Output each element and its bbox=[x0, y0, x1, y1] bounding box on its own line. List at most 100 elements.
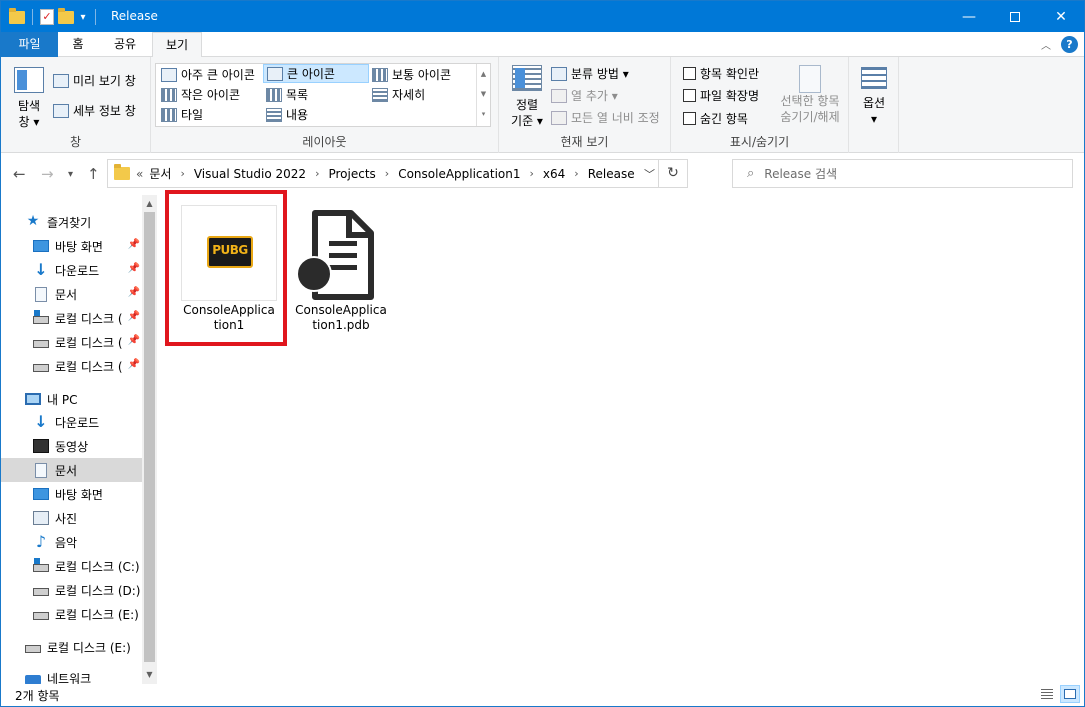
breadcrumb-separator-icon[interactable]: › bbox=[315, 167, 319, 180]
navigation-pane-scrollbar[interactable]: ▲ ▼ bbox=[142, 195, 157, 684]
drive-icon bbox=[33, 558, 49, 572]
scroll-up-icon[interactable]: ▲ bbox=[142, 199, 157, 208]
nav-item-local-disk-d[interactable]: 로컬 디스크 (D:) bbox=[1, 578, 142, 602]
add-columns-button[interactable]: 열 추가 ▾ bbox=[551, 87, 618, 104]
navigation-pane-button[interactable]: 탐색 창 ▾ bbox=[9, 67, 49, 130]
nav-item-downloads-pinned[interactable]: ↓ 다운로드 📌 bbox=[1, 258, 142, 282]
tab-file[interactable]: 파일 bbox=[1, 32, 58, 57]
details-pane-button[interactable]: 세부 정보 창 bbox=[53, 102, 136, 119]
details-pane-icon bbox=[53, 103, 69, 118]
hidden-items-toggle[interactable]: 숨긴 항목 bbox=[683, 110, 748, 127]
help-icon[interactable]: ? bbox=[1061, 36, 1078, 53]
layout-extra-large-icons[interactable]: 아주 큰 아이콘 bbox=[158, 65, 258, 84]
layout-gallery-scroll[interactable]: ▲ ▼ ▾ bbox=[476, 64, 490, 126]
search-box[interactable]: ⌕ Release 검색 bbox=[732, 159, 1073, 188]
refresh-icon[interactable]: ↻ bbox=[658, 160, 687, 187]
nav-item-desktop-pinned[interactable]: 바탕 화면 📌 bbox=[1, 234, 142, 258]
nav-item-downloads[interactable]: ↓ 다운로드 bbox=[1, 410, 142, 434]
breadcrumb-projects[interactable]: Projects bbox=[328, 167, 375, 181]
nav-item-local-disk-e[interactable]: 로컬 디스크 (E:) bbox=[1, 602, 142, 626]
minimize-button[interactable]: — bbox=[946, 1, 992, 32]
maximize-button[interactable] bbox=[992, 1, 1038, 32]
nav-item-label: 로컬 디스크 (E:) bbox=[47, 640, 131, 655]
nav-item-documents-pinned[interactable]: 문서 📌 bbox=[1, 282, 142, 306]
close-button[interactable]: ✕ bbox=[1038, 1, 1084, 32]
nav-item-videos[interactable]: 동영상 bbox=[1, 434, 142, 458]
breadcrumb-x64[interactable]: x64 bbox=[543, 167, 565, 181]
ribbon-tabs: 파일 홈 공유 보기 ︿ ? bbox=[1, 32, 1084, 58]
item-checkboxes-toggle[interactable]: 항목 확인란 bbox=[683, 65, 759, 82]
recent-locations-dropdown-icon[interactable]: ▾ bbox=[68, 169, 73, 180]
pin-icon[interactable]: 📌 bbox=[128, 263, 140, 274]
hidden-items-checkbox[interactable] bbox=[683, 112, 696, 125]
layout-list[interactable]: 목록 bbox=[263, 85, 311, 104]
file-item-exe[interactable]: PUBG ConsoleApplication1 bbox=[157, 190, 301, 351]
collapse-ribbon-icon[interactable]: ︿ bbox=[1041, 37, 1051, 52]
music-icon: ♪ bbox=[35, 532, 47, 551]
breadcrumb-separator-icon[interactable]: › bbox=[574, 167, 578, 180]
nav-item-local-disk-c[interactable]: 로컬 디스크 (C:) bbox=[1, 554, 142, 578]
layout-medium-icons[interactable]: 보통 아이콘 bbox=[369, 65, 454, 84]
breadcrumb-overflow[interactable]: « bbox=[136, 167, 143, 181]
pin-icon[interactable]: 📌 bbox=[128, 311, 140, 322]
nav-item-local-disk-e-root[interactable]: 로컬 디스크 (E:) bbox=[1, 635, 142, 659]
customize-toolbar-dropdown-icon[interactable]: ▾ bbox=[78, 12, 88, 23]
pin-icon[interactable]: 📌 bbox=[128, 287, 140, 298]
layout-item-label: 자세히 bbox=[392, 88, 426, 102]
pdb-file-icon bbox=[296, 210, 374, 300]
large-icons-view-button[interactable] bbox=[1060, 685, 1080, 703]
nav-item-desktop[interactable]: 바탕 화면 bbox=[1, 482, 142, 506]
new-folder-icon[interactable] bbox=[58, 7, 74, 24]
group-by-button[interactable]: 분류 방법 ▾ bbox=[551, 65, 629, 82]
layout-item-label: 작은 아이콘 bbox=[181, 88, 241, 102]
layout-details[interactable]: 자세히 bbox=[369, 85, 428, 104]
nav-item-pictures[interactable]: 사진 bbox=[1, 506, 142, 530]
breadcrumb-separator-icon[interactable]: › bbox=[530, 167, 534, 180]
layout-small-icons[interactable]: 작은 아이콘 bbox=[158, 85, 243, 104]
fit-columns-button[interactable]: 모든 열 너비 조정 bbox=[551, 109, 660, 126]
tab-home[interactable]: 홈 bbox=[61, 32, 95, 57]
properties-icon[interactable]: ✓ bbox=[40, 9, 54, 25]
nav-item-quick-access[interactable]: ★ 즐겨찾기 bbox=[1, 210, 142, 234]
nav-item-this-pc[interactable]: 내 PC bbox=[1, 387, 142, 411]
nav-item-local-disk-pinned-2[interactable]: 로컬 디스크 (📌 bbox=[1, 330, 142, 354]
file-extensions-toggle[interactable]: 파일 확장명 bbox=[683, 87, 759, 104]
breadcrumb-console-application[interactable]: ConsoleApplication1 bbox=[398, 167, 520, 181]
breadcrumb-documents[interactable]: 문서 bbox=[149, 165, 171, 182]
preview-pane-button[interactable]: 미리 보기 창 bbox=[53, 72, 136, 89]
tab-share[interactable]: 공유 bbox=[105, 32, 145, 57]
address-bar[interactable]: « 문서 › Visual Studio 2022 › Projects › C… bbox=[107, 159, 688, 188]
address-history-dropdown-icon[interactable]: ﹀ bbox=[644, 166, 655, 182]
layout-content[interactable]: 내용 bbox=[263, 105, 311, 124]
nav-item-label: 문서 bbox=[55, 287, 78, 302]
pin-icon[interactable]: 📌 bbox=[128, 359, 140, 370]
pin-icon[interactable]: 📌 bbox=[128, 239, 140, 250]
hide-selected-button[interactable]: 선택한 항목 숨기기/해제 bbox=[775, 65, 845, 125]
options-button[interactable]: 옵션 ▾ bbox=[858, 67, 890, 127]
back-button[interactable]: ← bbox=[13, 165, 26, 183]
details-icon bbox=[372, 87, 388, 102]
nav-item-music[interactable]: ♪ 음악 bbox=[1, 530, 142, 554]
breadcrumb-release[interactable]: Release bbox=[588, 167, 635, 181]
nav-item-local-disk-pinned-1[interactable]: 로컬 디스크 (📌 bbox=[1, 306, 142, 330]
sort-by-button[interactable]: 정렬 기준 ▾ bbox=[507, 65, 547, 129]
up-button[interactable]: ↑ bbox=[87, 165, 100, 183]
pin-icon[interactable]: 📌 bbox=[128, 335, 140, 346]
file-list: PUBG ConsoleApplication1 ConsoleApplicat… bbox=[157, 190, 1084, 684]
forward-button[interactable]: → bbox=[41, 165, 54, 183]
breadcrumb-visual-studio[interactable]: Visual Studio 2022 bbox=[194, 167, 306, 181]
breadcrumb-separator-icon[interactable]: › bbox=[385, 167, 389, 180]
nav-item-local-disk-pinned-3[interactable]: 로컬 디스크 (📌 bbox=[1, 354, 142, 378]
layout-large-icons[interactable]: 큰 아이콘 bbox=[263, 64, 369, 83]
scroll-down-icon[interactable]: ▼ bbox=[142, 670, 157, 679]
file-item-pdb[interactable]: ConsoleApplication1.pdb bbox=[293, 195, 389, 351]
nav-item-documents[interactable]: 문서 bbox=[1, 458, 142, 482]
tab-view[interactable]: 보기 bbox=[152, 32, 202, 58]
item-checkboxes-checkbox[interactable] bbox=[683, 67, 696, 80]
drive-icon bbox=[33, 588, 49, 596]
layout-tiles[interactable]: 타일 bbox=[158, 105, 206, 124]
file-extensions-checkbox[interactable] bbox=[683, 89, 696, 102]
breadcrumb-separator-icon[interactable]: › bbox=[180, 167, 184, 180]
details-view-button[interactable] bbox=[1037, 685, 1057, 703]
scrollbar-thumb[interactable] bbox=[144, 212, 155, 662]
